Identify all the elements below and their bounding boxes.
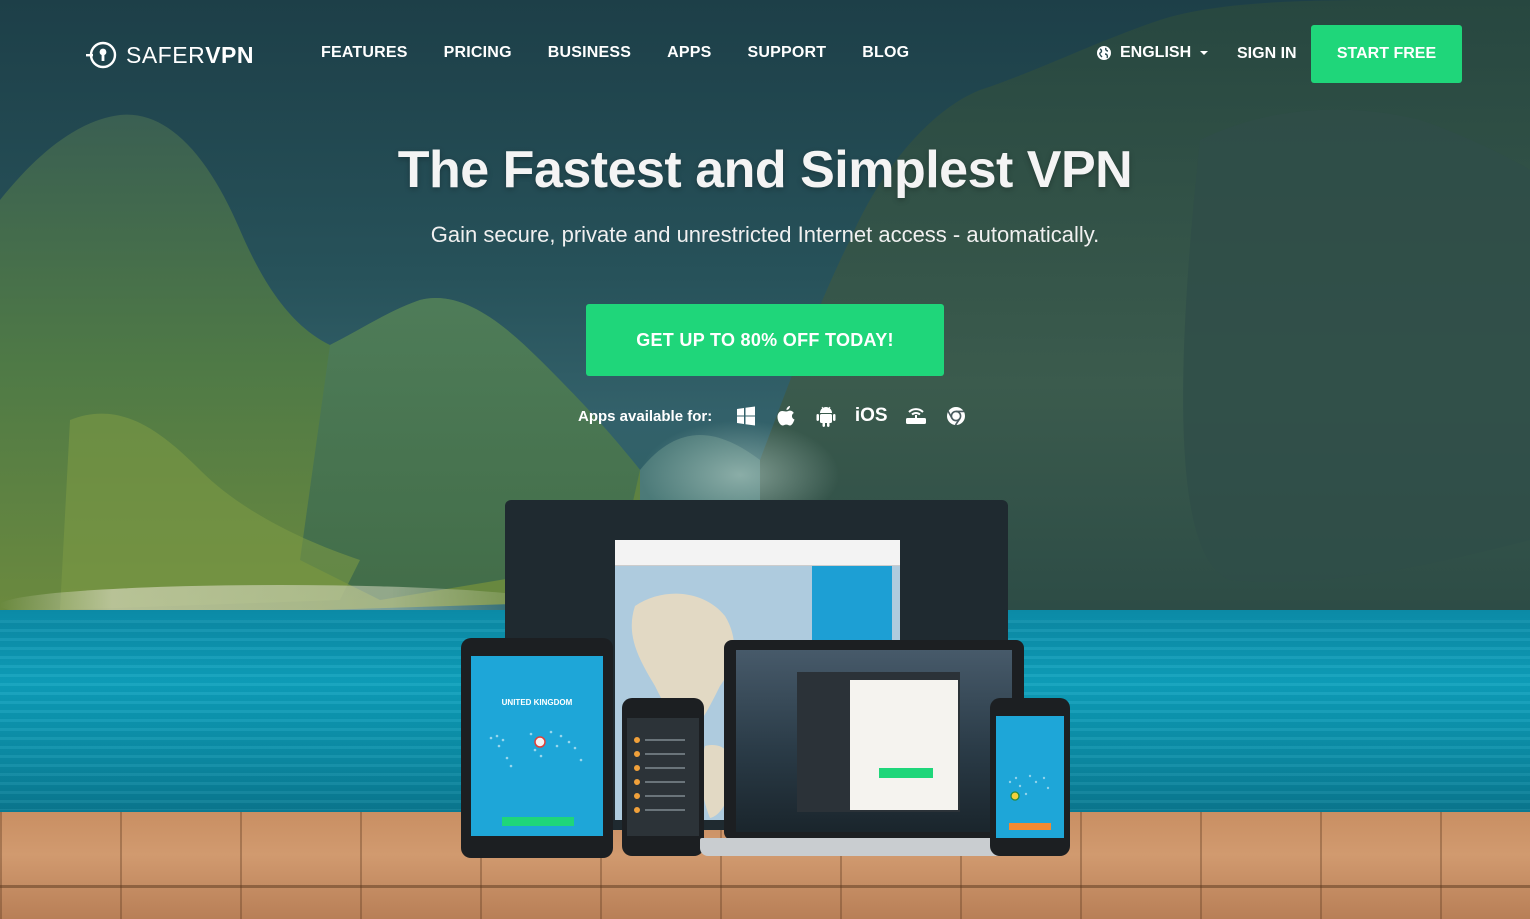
chrome-icon[interactable] [944,404,968,428]
apple-icon[interactable] [774,404,798,428]
android-icon[interactable] [814,404,838,428]
router-icon[interactable] [904,404,928,428]
deck-seam [0,885,1530,888]
windows-icon[interactable] [734,404,758,428]
apps-available-label: Apps available for: [578,407,713,425]
language-label: ENGLISH [1120,44,1192,61]
platforms-row: Apps available for: iOS [578,400,968,432]
ios-icon[interactable]: iOS [854,404,888,428]
hero-background [0,0,1530,919]
bay-glow [640,420,840,530]
hero-title: The Fastest and Simplest VPN [397,141,1133,199]
nav-pricing[interactable]: PRICING [444,44,512,62]
nav-features[interactable]: FEATURES [321,44,408,62]
brand-logo[interactable]: SAFERVPN [86,38,254,72]
chevron-down-icon [1200,51,1209,55]
nav-support[interactable]: SUPPORT [748,44,827,62]
language-selector[interactable]: ENGLISH [1096,44,1209,62]
ios-label: iOS [854,405,888,426]
wooden-deck [0,812,1530,919]
top-navigation: SAFERVPN FEATURES PRICING BUSINESS APPS … [0,0,1530,110]
globe-icon [1097,46,1111,60]
nav-business[interactable]: BUSINESS [548,44,631,62]
sea-texture [0,620,1530,810]
nav-blog[interactable]: BLOG [862,44,909,62]
hero-subtitle: Gain secure, private and unrestricted In… [430,222,1100,247]
nav-apps[interactable]: APPS [667,44,711,62]
start-free-button[interactable]: START FREE [1311,25,1462,83]
main-menu: FEATURES PRICING BUSINESS APPS SUPPORT B… [321,44,909,62]
sign-in-link[interactable]: SIGN IN [1237,45,1297,63]
discount-cta-button[interactable]: GET UP TO 80% OFF TODAY! [586,304,944,376]
brand-name: SAFERVPN [126,41,254,68]
keyhole-logo-icon [86,41,117,69]
